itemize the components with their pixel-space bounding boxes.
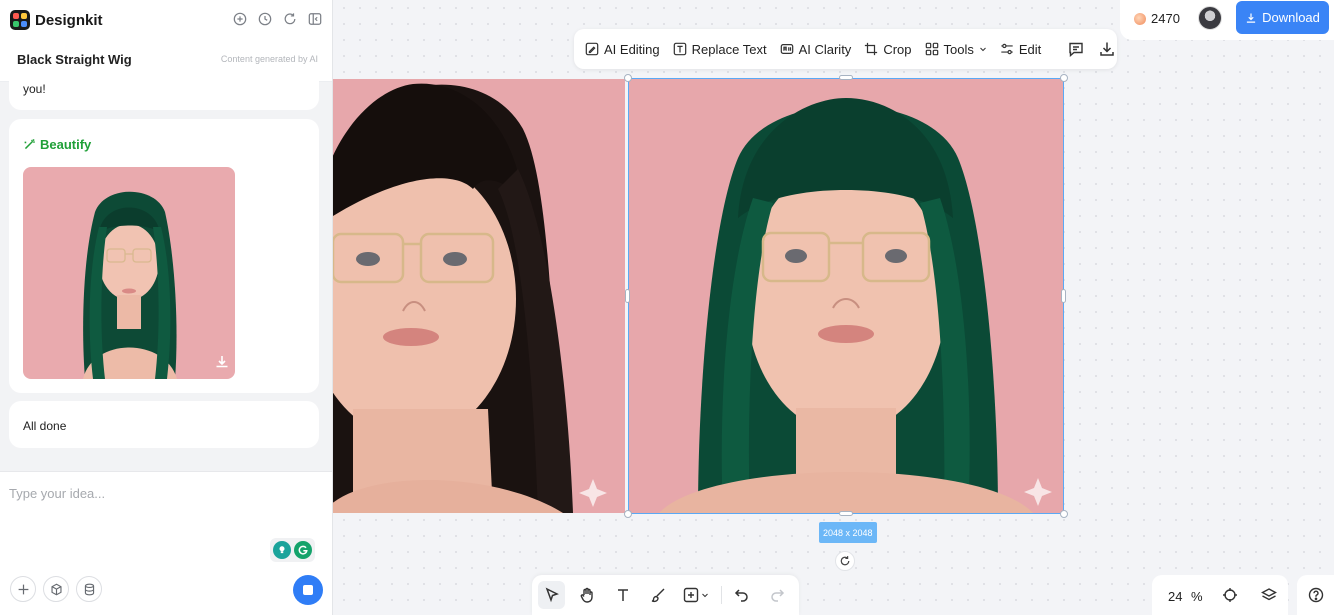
history-icon[interactable] (258, 12, 272, 26)
original-image[interactable] (333, 79, 625, 513)
app-name: Designkit (35, 11, 103, 29)
resize-handle[interactable] (1060, 510, 1068, 518)
beautify-label-text: Beautify (40, 137, 92, 152)
result-thumbnail[interactable] (23, 167, 235, 379)
stop-generation-button[interactable] (293, 575, 323, 605)
ai-content-note: Content generated by AI (220, 54, 318, 64)
replace-text-icon (673, 42, 686, 56)
plus-icon[interactable] (10, 576, 36, 602)
message-text: you! (23, 82, 46, 96)
tools-dropdown[interactable]: Tools (925, 42, 987, 57)
resize-handle[interactable] (1061, 289, 1066, 303)
message-card: All done (9, 401, 319, 448)
redo-icon[interactable] (764, 581, 791, 609)
lightbulb-icon[interactable] (273, 541, 291, 559)
avatar[interactable] (1198, 6, 1222, 30)
extension-badges (270, 538, 315, 562)
image-toolbar: AI Editing Replace Text AI Clarity Crop … (574, 29, 1117, 69)
download-button[interactable]: Download (1236, 1, 1329, 34)
grid-icon (925, 42, 938, 56)
grammarly-icon[interactable] (294, 541, 312, 559)
generated-image[interactable] (628, 78, 1064, 514)
download-icon (1246, 13, 1256, 23)
sliders-icon (1001, 43, 1013, 55)
composer (0, 471, 332, 615)
refresh-icon[interactable] (283, 12, 297, 26)
insert-dropdown[interactable] (680, 581, 713, 609)
ai-clarity-label: AI Clarity (798, 41, 852, 57)
logo-mark-icon (10, 10, 30, 30)
comment-icon[interactable] (1068, 41, 1084, 58)
chat-panel: Designkit Black Straight Wig Content gen… (0, 0, 333, 615)
text-tool-icon[interactable] (609, 581, 636, 609)
ai-edit-icon (585, 42, 599, 56)
edit-label: Edit (1018, 41, 1042, 57)
add-element-icon (684, 587, 699, 603)
resize-handle[interactable] (624, 74, 632, 82)
zoom-controls: 24 % (1152, 575, 1288, 615)
ai-clarity-button[interactable]: AI Clarity (780, 41, 852, 57)
collapse-panel-icon[interactable] (308, 12, 322, 26)
ai-editing-button[interactable]: AI Editing (585, 42, 660, 57)
help-icon[interactable] (1297, 575, 1334, 615)
message-text: All done (23, 419, 67, 433)
credit-coin-icon (1134, 12, 1146, 25)
tools-label: Tools (943, 41, 974, 57)
hand-tool-icon[interactable] (573, 581, 600, 609)
edit-button[interactable]: Edit (1000, 42, 1041, 57)
download-label: Download (1262, 10, 1320, 25)
zoom-level[interactable]: 24 (1168, 589, 1182, 604)
chevron-down-icon (980, 47, 986, 52)
replace-text-label: Replace Text (691, 41, 767, 57)
conversation-title: Black Straight Wig (17, 52, 132, 67)
crop-button[interactable]: Crop (864, 41, 912, 57)
beautify-result-card: Beautify (9, 119, 319, 393)
prompt-input[interactable] (9, 486, 309, 501)
add-chat-icon[interactable] (233, 12, 247, 26)
stop-icon (303, 585, 313, 595)
layers-icon[interactable] (1261, 587, 1277, 603)
replace-text-button[interactable]: Replace Text (673, 42, 767, 57)
credits-value: 2470 (1151, 11, 1180, 26)
brush-tool-icon[interactable] (644, 581, 671, 609)
canvas-toolbar (532, 575, 799, 615)
resize-handle[interactable] (1060, 74, 1068, 82)
zoom-unit: % (1191, 589, 1203, 604)
ai-editing-label: AI Editing (604, 41, 660, 57)
download-image-icon[interactable] (1099, 41, 1115, 57)
rotate-icon[interactable] (835, 551, 855, 571)
database-icon[interactable] (76, 576, 102, 602)
resize-handle[interactable] (839, 511, 853, 516)
account-bar: 2470 Download (1120, 0, 1334, 40)
chevron-down-icon (702, 593, 709, 598)
app-logo[interactable]: Designkit (10, 10, 103, 30)
fit-screen-icon[interactable] (1222, 587, 1238, 603)
resize-handle[interactable] (625, 289, 630, 303)
cube-icon[interactable] (43, 576, 69, 602)
download-thumbnail-icon[interactable] (214, 354, 230, 370)
message-card: you! (9, 70, 319, 110)
resize-handle[interactable] (624, 510, 632, 518)
resize-handle[interactable] (839, 75, 853, 80)
credits-display[interactable]: 2470 (1134, 11, 1180, 26)
ai-clarity-icon (780, 44, 793, 54)
image-size-label: 2048 x 2048 (819, 522, 877, 543)
undo-icon[interactable] (728, 581, 755, 609)
crop-icon (865, 42, 878, 56)
toolbar-divider (721, 586, 723, 604)
crop-label: Crop (883, 41, 912, 57)
select-tool-icon[interactable] (538, 581, 566, 609)
beautify-label: Beautify (23, 137, 91, 152)
magic-wand-icon (24, 139, 35, 150)
